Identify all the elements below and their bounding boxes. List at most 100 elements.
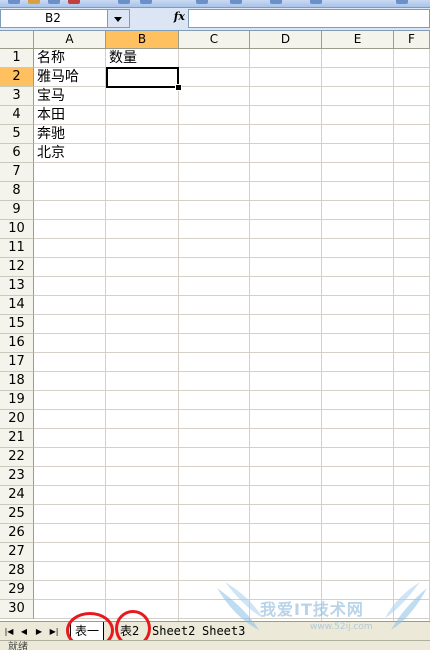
row-header-6[interactable]: 6	[0, 144, 34, 163]
gridline-horizontal	[34, 390, 430, 391]
toolbar-icon[interactable]	[118, 0, 130, 4]
row-header-16[interactable]: 16	[0, 334, 34, 353]
gridline-horizontal	[34, 181, 430, 182]
row-header-7[interactable]: 7	[0, 163, 34, 182]
cell-a4[interactable]: 本田	[34, 106, 65, 125]
watermark-text: 我爱IT技术网	[260, 600, 364, 619]
prev-sheet-button[interactable]: ◀	[17, 625, 31, 638]
gridline-horizontal	[34, 105, 430, 106]
row-header-30[interactable]: 30	[0, 600, 34, 619]
row-header-4[interactable]: 4	[0, 106, 34, 125]
cell-a2[interactable]: 雅马哈	[34, 68, 79, 87]
gridline-horizontal	[34, 371, 430, 372]
fill-handle[interactable]	[175, 84, 182, 91]
worksheet-grid[interactable]: ABCDEF 1 2 3 4 5 6 7 8 9 10 11 12 13 14 15 16 17 18 19 20 21…	[0, 31, 430, 621]
row-header-18[interactable]: 18	[0, 372, 34, 391]
row-header-10[interactable]: 10	[0, 220, 34, 239]
column-header-c[interactable]: C	[179, 31, 250, 49]
gridline-vertical	[105, 49, 106, 621]
row-header-23[interactable]: 23	[0, 467, 34, 486]
gridline-horizontal	[34, 219, 430, 220]
name-box[interactable]: B2	[0, 9, 108, 28]
toolbar-icon[interactable]	[28, 0, 40, 4]
gridline-vertical	[321, 49, 322, 621]
row-header-1[interactable]: 1	[0, 49, 34, 68]
gridline-horizontal	[34, 124, 430, 125]
sheet-tab-sheet2[interactable]: Sheet2	[148, 622, 200, 640]
toolbar-icon[interactable]	[8, 0, 20, 4]
row-header-8[interactable]: 8	[0, 182, 34, 201]
gridline-vertical	[249, 49, 250, 621]
toolbar-strip	[0, 0, 430, 8]
gridline-vertical	[393, 49, 394, 621]
row-header-19[interactable]: 19	[0, 391, 34, 410]
toolbar-icon[interactable]	[196, 0, 208, 4]
formula-bar: B2 fx	[0, 8, 430, 31]
gridline-horizontal	[34, 257, 430, 258]
column-header-a[interactable]: A	[34, 31, 106, 49]
gridline-vertical	[178, 49, 179, 621]
column-header-b[interactable]: B	[106, 31, 179, 49]
row-header-15[interactable]: 15	[0, 315, 34, 334]
gridline-horizontal	[34, 466, 430, 467]
row-header-20[interactable]: 20	[0, 410, 34, 429]
column-header-e[interactable]: E	[322, 31, 394, 49]
insert-function-icon[interactable]: fx	[174, 10, 185, 23]
toolbar-icon[interactable]	[396, 0, 408, 4]
gridline-horizontal	[34, 447, 430, 448]
row-header-25[interactable]: 25	[0, 505, 34, 524]
row-header-14[interactable]: 14	[0, 296, 34, 315]
first-sheet-button[interactable]: |◀	[2, 625, 16, 638]
row-header-2[interactable]: 2	[0, 68, 34, 87]
toolbar-icon[interactable]	[230, 0, 242, 4]
gridline-horizontal	[34, 523, 430, 524]
row-header-13[interactable]: 13	[0, 277, 34, 296]
gridline-horizontal	[34, 276, 430, 277]
toolbar-icon[interactable]	[68, 0, 80, 4]
column-header-d[interactable]: D	[250, 31, 322, 49]
gridline-horizontal	[34, 428, 430, 429]
toolbar-icon[interactable]	[48, 0, 60, 4]
row-header-9[interactable]: 9	[0, 201, 34, 220]
gridline-horizontal	[34, 314, 430, 315]
gridline-horizontal	[34, 143, 430, 144]
toolbar-icon[interactable]	[310, 0, 322, 4]
row-header-26[interactable]: 26	[0, 524, 34, 543]
row-header-24[interactable]: 24	[0, 486, 34, 505]
toolbar-icon[interactable]	[140, 0, 152, 4]
gridline-horizontal	[34, 333, 430, 334]
row-header-27[interactable]: 27	[0, 543, 34, 562]
cell-b1[interactable]: 数量	[106, 49, 137, 68]
row-header-22[interactable]: 22	[0, 448, 34, 467]
gridline-horizontal	[34, 561, 430, 562]
gridline-horizontal	[34, 295, 430, 296]
watermark-url: www.52ij.com	[310, 622, 373, 632]
gridline-horizontal	[34, 485, 430, 486]
gridline-horizontal	[34, 504, 430, 505]
column-header-f[interactable]: F	[394, 31, 430, 49]
gridline-horizontal	[34, 238, 430, 239]
row-header-12[interactable]: 12	[0, 258, 34, 277]
gridline-horizontal	[34, 542, 430, 543]
cell-a1[interactable]: 名称	[34, 49, 65, 68]
name-box-dropdown-button[interactable]	[108, 9, 130, 28]
gridline-horizontal	[34, 67, 430, 68]
cell-a6[interactable]: 北京	[34, 144, 65, 163]
row-header-29[interactable]: 29	[0, 581, 34, 600]
row-header-28[interactable]: 28	[0, 562, 34, 581]
cell-a5[interactable]: 奔驰	[34, 125, 65, 144]
row-header-17[interactable]: 17	[0, 353, 34, 372]
select-all-corner[interactable]	[0, 31, 34, 49]
last-sheet-button[interactable]: ▶|	[47, 625, 61, 638]
formula-input[interactable]	[188, 9, 430, 28]
cell-a3[interactable]: 宝马	[34, 87, 65, 106]
row-header-5[interactable]: 5	[0, 125, 34, 144]
gridline-horizontal	[34, 200, 430, 201]
active-cell-b2[interactable]	[106, 67, 179, 88]
next-sheet-button[interactable]: ▶	[32, 625, 46, 638]
row-header-21[interactable]: 21	[0, 429, 34, 448]
row-header-11[interactable]: 11	[0, 239, 34, 258]
gridline-horizontal	[34, 162, 430, 163]
row-header-3[interactable]: 3	[0, 87, 34, 106]
toolbar-icon[interactable]	[270, 0, 282, 4]
